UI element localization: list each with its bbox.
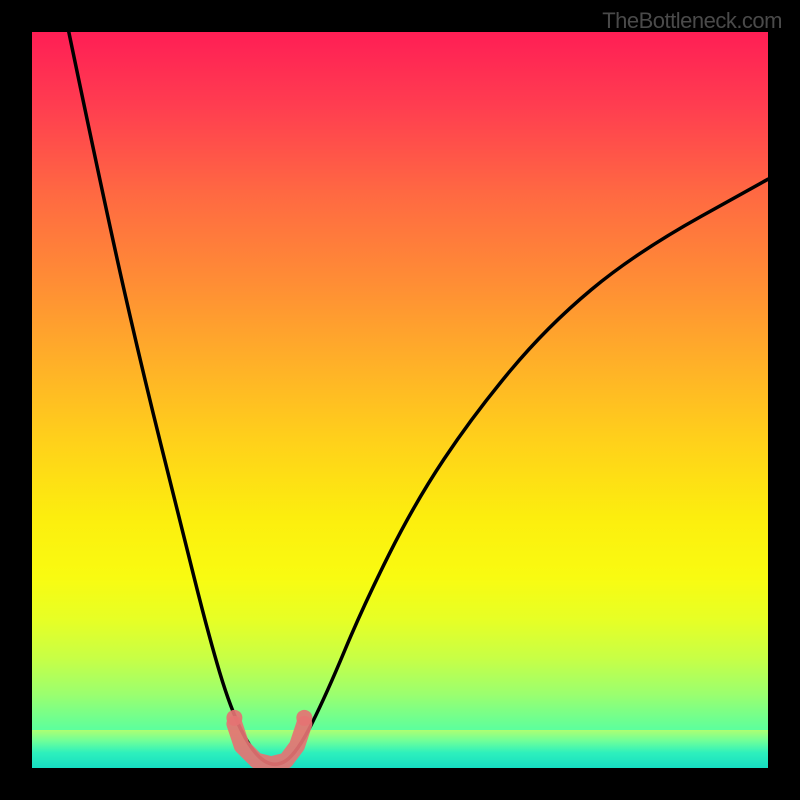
marker-cluster — [226, 710, 312, 764]
chart-plot-area — [32, 32, 768, 768]
chart-svg — [32, 32, 768, 768]
watermark-text: TheBottleneck.com — [602, 8, 782, 34]
bottleneck-curve — [69, 32, 768, 764]
